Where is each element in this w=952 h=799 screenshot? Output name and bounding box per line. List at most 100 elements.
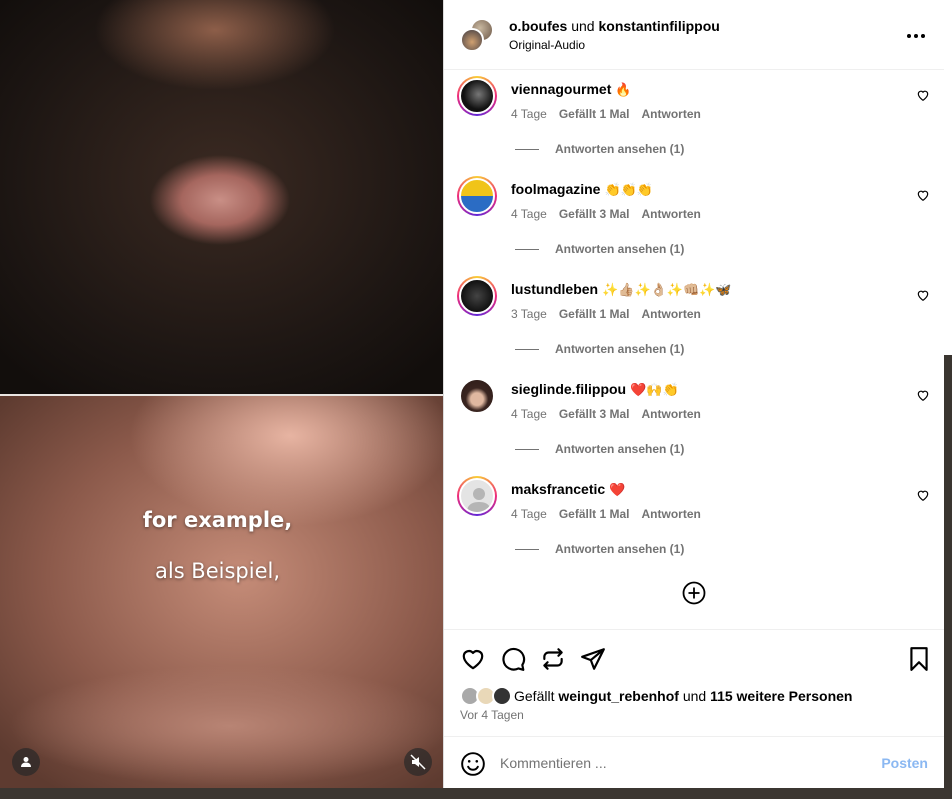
comment-likes[interactable]: Gefällt 1 Mal [559, 107, 630, 121]
background-strip [944, 0, 952, 799]
comment-likes[interactable]: Gefällt 1 Mal [559, 507, 630, 521]
likes-count-link[interactable]: 115 weitere Personen [710, 688, 852, 704]
background-bottom [0, 788, 952, 799]
heart-icon[interactable] [916, 488, 930, 502]
mute-button[interactable] [404, 748, 432, 776]
heart-icon[interactable] [916, 88, 930, 102]
comment-age[interactable]: 4 Tage [511, 207, 547, 221]
like-icon[interactable] [460, 646, 486, 672]
comment-text: 🔥 [615, 83, 632, 98]
view-replies-label: Antworten ansehen (1) [555, 342, 685, 356]
post-button[interactable]: Posten [881, 755, 928, 771]
heart-icon[interactable] [916, 288, 930, 302]
heart-icon[interactable] [916, 188, 930, 202]
comment-text: ✨👍🏼✨👌🏼✨👊🏼✨🦋 [602, 283, 732, 298]
comment-username[interactable]: maksfrancetic [511, 481, 605, 497]
video-frame-top [0, 0, 443, 394]
comment-text: 👏👏👏 [604, 183, 654, 198]
view-replies-button[interactable]: Antworten ansehen (1) [515, 542, 684, 556]
view-replies-label: Antworten ansehen (1) [555, 142, 685, 156]
reel-video[interactable]: for example, als Beispiel, [0, 0, 443, 788]
load-more-comments-icon[interactable] [682, 581, 706, 605]
reply-button[interactable]: Antworten [642, 307, 701, 321]
post-timestamp[interactable]: Vor 4 Tagen [460, 708, 524, 722]
post-panel: o.boufes und konstantinfilippou Original… [443, 0, 944, 788]
reply-button[interactable]: Antworten [642, 107, 701, 121]
post-authors: o.boufes und konstantinfilippou [509, 18, 720, 34]
avatar [459, 378, 495, 414]
comment-item: viennagourmet 🔥 4 Tage Gefällt 1 Mal Antw… [444, 71, 944, 171]
comment-likes[interactable]: Gefällt 3 Mal [559, 207, 630, 221]
author-link-1[interactable]: o.boufes [509, 18, 567, 34]
comment-input[interactable] [500, 751, 860, 775]
comment-username[interactable]: foolmagazine [511, 181, 600, 197]
comment-item: lustundleben ✨👍🏼✨👌🏼✨👊🏼✨🦋 3 Tage Gefällt 1… [444, 271, 944, 371]
comment-username[interactable]: sieglinde.filippou [511, 381, 626, 397]
comment-username[interactable]: viennagourmet [511, 81, 611, 97]
share-icon[interactable] [580, 646, 606, 672]
avatar [459, 278, 495, 314]
comment-username[interactable]: lustundleben [511, 281, 598, 297]
bookmark-icon[interactable] [906, 646, 932, 672]
comment-list[interactable]: viennagourmet 🔥 4 Tage Gefällt 1 Mal Antw… [444, 71, 944, 628]
audio-link[interactable]: Original-Audio [509, 38, 585, 52]
comment-text: ❤️ [609, 483, 626, 498]
comment-meta: 3 Tage Gefällt 1 Mal Antworten [511, 307, 701, 321]
repost-icon[interactable] [540, 646, 566, 672]
avatar [459, 478, 495, 514]
tagged-users-button[interactable] [12, 748, 40, 776]
story-ring[interactable] [457, 76, 497, 116]
comment-likes[interactable]: Gefällt 1 Mal [559, 307, 630, 321]
comment-meta: 4 Tage Gefällt 1 Mal Antworten [511, 507, 701, 521]
heart-icon[interactable] [916, 388, 930, 402]
story-ring[interactable] [457, 276, 497, 316]
comment-age[interactable]: 4 Tage [511, 407, 547, 421]
view-replies-button[interactable]: Antworten ansehen (1) [515, 342, 684, 356]
comment-age[interactable]: 3 Tage [511, 307, 547, 321]
liker-link[interactable]: weingut_rebenhof [558, 688, 679, 704]
likes-summary: Gefällt weingut_rebenhof und 115 weitere… [460, 686, 852, 706]
comment-item: sieglinde.filippou ❤️🙌👏 4 Tage Gefällt 3 … [444, 371, 944, 471]
avatar [459, 178, 495, 214]
post-header: o.boufes und konstantinfilippou Original… [444, 0, 944, 70]
comment-text: ❤️🙌👏 [630, 383, 679, 398]
view-replies-label: Antworten ansehen (1) [555, 442, 685, 456]
view-replies-button[interactable]: Antworten ansehen (1) [515, 142, 684, 156]
comment-meta: 4 Tage Gefällt 3 Mal Antworten [511, 407, 701, 421]
comment-item: maksfrancetic ❤️ 4 Tage Gefällt 1 Mal Ant… [444, 471, 944, 571]
likes-prefix: Gefällt [514, 688, 555, 704]
view-replies-button[interactable]: Antworten ansehen (1) [515, 242, 684, 256]
reply-button[interactable]: Antworten [642, 407, 701, 421]
comment-age[interactable]: 4 Tage [511, 107, 547, 121]
user-icon [21, 757, 31, 767]
comment-composer: Posten [444, 736, 944, 788]
comment-item: foolmagazine 👏👏👏 4 Tage Gefällt 3 Mal Ant… [444, 171, 944, 271]
avatar [460, 28, 484, 52]
comment-icon[interactable] [500, 646, 526, 672]
emoji-picker-icon[interactable] [460, 751, 486, 777]
speaker-muted-icon [410, 754, 426, 770]
collab-avatars[interactable] [460, 18, 496, 54]
reply-button[interactable]: Antworten [642, 207, 701, 221]
story-ring[interactable] [457, 176, 497, 216]
avatar-wrapper[interactable] [457, 376, 497, 416]
view-replies-button[interactable]: Antworten ansehen (1) [515, 442, 684, 456]
comment-meta: 4 Tage Gefällt 3 Mal Antworten [511, 207, 701, 221]
liker-avatars [460, 686, 514, 706]
video-frame-bottom [0, 396, 443, 788]
comment-likes[interactable]: Gefällt 3 Mal [559, 407, 630, 421]
reply-button[interactable]: Antworten [642, 507, 701, 521]
video-caption-german: als Beispiel, [154, 559, 280, 583]
comment-meta: 4 Tage Gefällt 1 Mal Antworten [511, 107, 701, 121]
story-ring[interactable] [457, 476, 497, 516]
video-caption-english: for example, [142, 508, 293, 532]
comment-age[interactable]: 4 Tage [511, 507, 547, 521]
more-options-icon[interactable] [906, 26, 926, 46]
author-link-2[interactable]: konstantinfilippou [598, 18, 719, 34]
likes-connector: und [682, 688, 707, 704]
avatar [459, 78, 495, 114]
view-replies-label: Antworten ansehen (1) [555, 542, 685, 556]
default-user-icon [467, 488, 491, 512]
post-actions: Gefällt weingut_rebenhof und 115 weitere… [444, 629, 944, 736]
view-replies-label: Antworten ansehen (1) [555, 242, 685, 256]
